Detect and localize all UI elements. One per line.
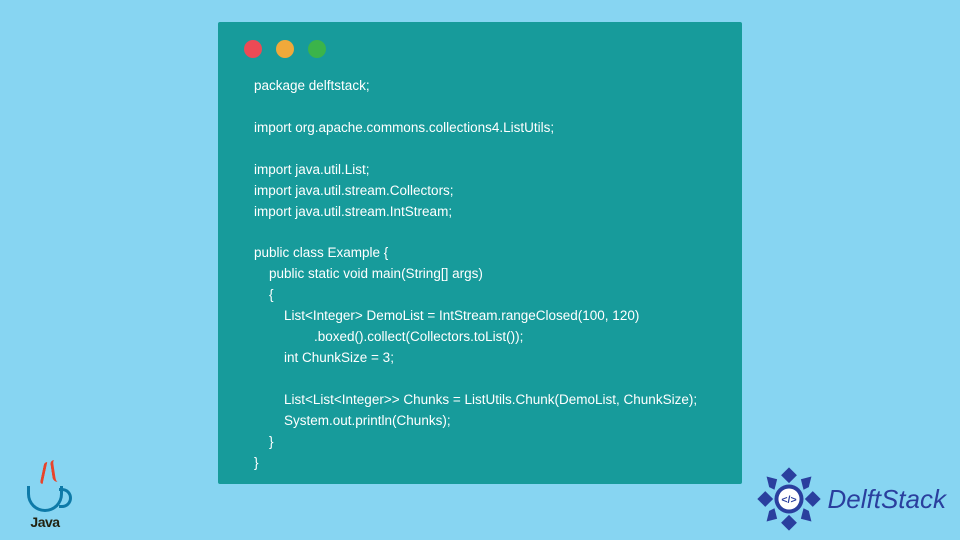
java-logo: Java [18, 462, 72, 530]
delftstack-badge-icon: </> [756, 466, 822, 532]
java-cup-icon [27, 486, 63, 512]
window-traffic-lights [240, 40, 720, 58]
delftstack-label: DelftStack [828, 484, 947, 515]
code-window: package delftstack; import org.apache.co… [218, 22, 742, 484]
maximize-icon [308, 40, 326, 58]
java-steam-icon [40, 462, 51, 484]
svg-text:</>: </> [781, 494, 796, 506]
code-block: package delftstack; import org.apache.co… [240, 76, 720, 474]
delftstack-logo: </> DelftStack [756, 466, 947, 532]
java-label: Java [30, 514, 59, 530]
close-icon [244, 40, 262, 58]
minimize-icon [276, 40, 294, 58]
